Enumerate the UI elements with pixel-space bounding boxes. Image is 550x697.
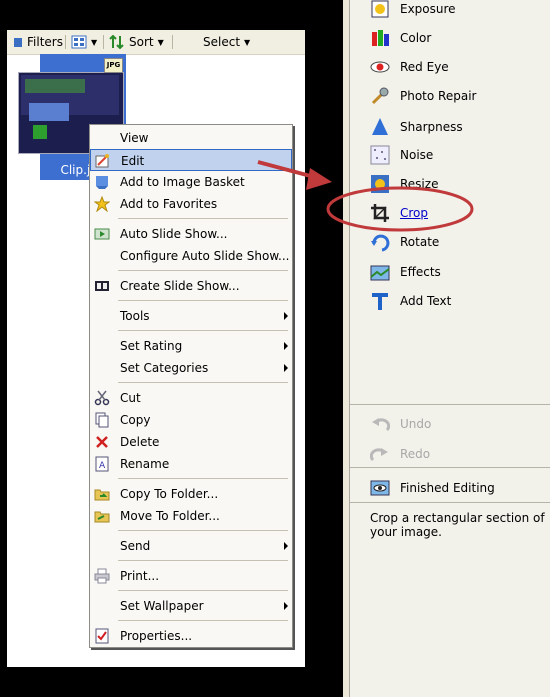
annotation-overlay bbox=[257, 160, 474, 232]
annotation-ellipse bbox=[326, 186, 474, 232]
annotation-arrow-head bbox=[306, 168, 332, 190]
